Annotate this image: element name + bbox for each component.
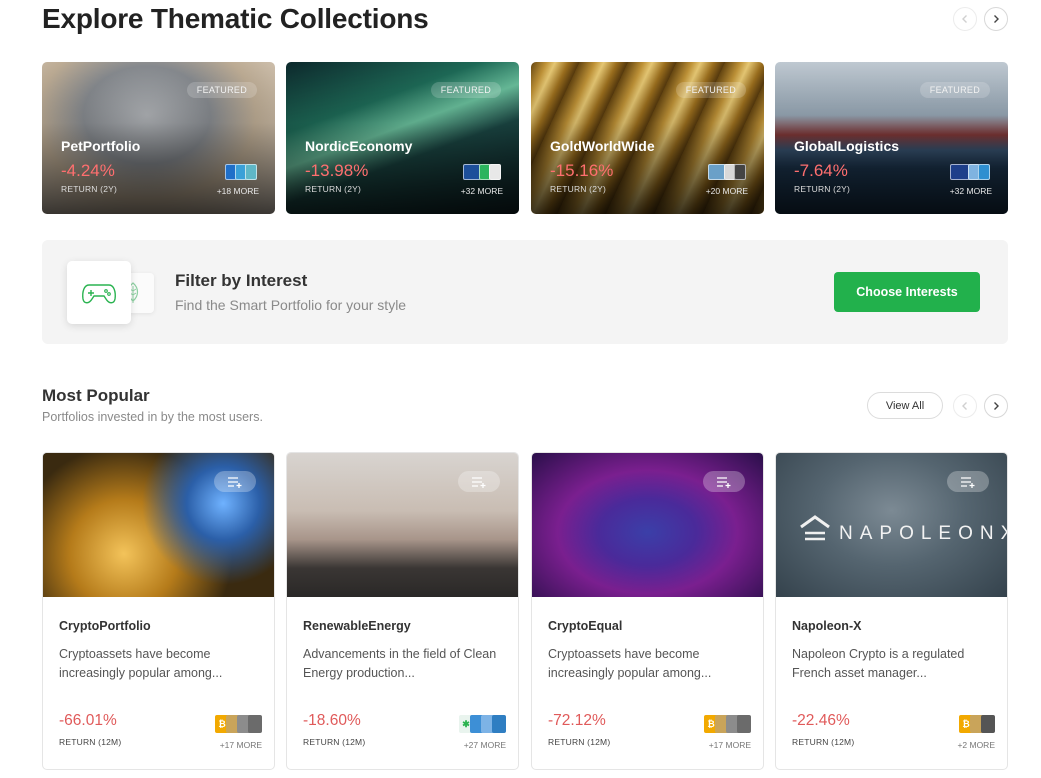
featured-card-return-label: RETURN (2Y) bbox=[794, 184, 851, 194]
popular-card-description: Cryptoassets have become increasingly po… bbox=[548, 647, 712, 680]
playlist-add-icon bbox=[961, 476, 975, 488]
featured-card-return: -4.24% bbox=[61, 161, 115, 180]
filter-by-interest-banner: Filter by Interest Find the Smart Portfo… bbox=[42, 240, 1008, 344]
explore-title: Explore Thematic Collections bbox=[42, 3, 429, 34]
add-to-watchlist-button[interactable] bbox=[458, 471, 500, 492]
featured-card-return: -15.16% bbox=[550, 161, 614, 180]
featured-badge: FEATURED bbox=[919, 82, 990, 98]
featured-badge: FEATURED bbox=[430, 82, 501, 98]
popular-card-return: -18.60% bbox=[303, 712, 361, 729]
most-popular-subtitle: Portfolios invested in by the most users… bbox=[42, 410, 263, 424]
featured-card-name: PetPortfolio bbox=[61, 138, 141, 154]
featured-card-more: +20 MORE bbox=[705, 186, 748, 196]
popular-card-name: RenewableEnergy bbox=[303, 619, 411, 633]
choose-interests-button[interactable]: Choose Interests bbox=[834, 272, 980, 312]
gamepad-icon bbox=[82, 283, 116, 303]
chevron-left-icon bbox=[962, 15, 967, 23]
featured-card-name: GlobalLogistics bbox=[794, 138, 900, 154]
popular-card-name: CryptoEqual bbox=[548, 619, 623, 633]
napoleonx-logo-text: NAPOLEONX bbox=[839, 523, 1007, 544]
popular-card-return: -72.12% bbox=[548, 712, 606, 729]
featured-badge: FEATURED bbox=[186, 82, 257, 98]
featured-card-petportfolio[interactable]: FEATURED PetPortfolio -4.24% RETURN (2Y)… bbox=[42, 62, 275, 214]
popular-card-more: +17 MORE bbox=[219, 740, 262, 750]
holding-logos: ₿ bbox=[704, 715, 751, 733]
popular-card-return: -22.46% bbox=[792, 712, 850, 729]
popular-card-napoleon-x[interactable]: NAPOLEONX Napoleon-X Napoleon Crypto is … bbox=[775, 452, 1008, 770]
featured-card-return: -13.98% bbox=[305, 161, 369, 180]
popular-card-more: +2 MORE bbox=[957, 740, 995, 750]
popular-card-return-label: RETURN (12M) bbox=[792, 737, 855, 747]
featured-card-return: -7.64% bbox=[794, 161, 848, 180]
featured-card-goldworldwide[interactable]: FEATURED GoldWorldWide -15.16% RETURN (2… bbox=[531, 62, 764, 214]
popular-card-name: CryptoPortfolio bbox=[59, 619, 151, 633]
playlist-add-icon bbox=[717, 476, 731, 488]
holding-logos: ✱ bbox=[459, 715, 506, 733]
featured-card-return-label: RETURN (2Y) bbox=[550, 184, 607, 194]
popular-card-return: -66.01% bbox=[59, 712, 117, 729]
popular-card-cryptoequal[interactable]: CryptoEqual Cryptoassets have become inc… bbox=[531, 452, 764, 770]
playlist-add-icon bbox=[228, 476, 242, 488]
explore-next-button[interactable] bbox=[984, 7, 1008, 31]
chevron-left-icon bbox=[962, 402, 967, 410]
most-popular-title: Most Popular bbox=[42, 386, 150, 405]
popular-card-name: Napoleon-X bbox=[792, 619, 862, 633]
popular-card-more: +17 MORE bbox=[708, 740, 751, 750]
chevron-right-icon bbox=[994, 402, 999, 410]
holding-logos: ₿ bbox=[215, 715, 262, 733]
chevron-right-icon bbox=[994, 15, 999, 23]
holding-logos bbox=[463, 164, 501, 180]
featured-card-more: +32 MORE bbox=[460, 186, 503, 196]
explore-prev-button[interactable] bbox=[953, 7, 977, 31]
featured-card-globallogistics[interactable]: FEATURED GlobalLogistics -7.64% RETURN (… bbox=[775, 62, 1008, 214]
filter-title: Filter by Interest bbox=[175, 271, 308, 290]
add-to-watchlist-button[interactable] bbox=[703, 471, 745, 492]
popular-card-description: Advancements in the field of Clean Energ… bbox=[303, 647, 497, 680]
featured-card-return-label: RETURN (2Y) bbox=[61, 184, 118, 194]
add-to-watchlist-button[interactable] bbox=[947, 471, 989, 492]
featured-card-nordiceconomy[interactable]: FEATURED NordicEconomy -13.98% RETURN (2… bbox=[286, 62, 519, 214]
featured-card-more: +18 MORE bbox=[216, 186, 259, 196]
popular-card-return-label: RETURN (12M) bbox=[59, 737, 122, 747]
filter-subtitle: Find the Smart Portfolio for your style bbox=[175, 297, 407, 313]
holding-logos bbox=[950, 164, 990, 180]
popular-next-button[interactable] bbox=[984, 394, 1008, 418]
popular-card-return-label: RETURN (12M) bbox=[548, 737, 611, 747]
featured-card-name: NordicEconomy bbox=[305, 138, 413, 154]
popular-card-description: Cryptoassets have become increasingly po… bbox=[59, 647, 223, 680]
popular-card-cryptoportfolio[interactable]: CryptoPortfolio Cryptoassets have become… bbox=[42, 452, 275, 770]
popular-card-renewableenergy[interactable]: RenewableEnergy Advancements in the fiel… bbox=[286, 452, 519, 770]
playlist-add-icon bbox=[472, 476, 486, 488]
featured-badge: FEATURED bbox=[675, 82, 746, 98]
gamepad-icon-card bbox=[67, 261, 131, 324]
popular-card-more: +27 MORE bbox=[463, 740, 506, 750]
popular-prev-button[interactable] bbox=[953, 394, 977, 418]
add-to-watchlist-button[interactable] bbox=[214, 471, 256, 492]
holding-logos bbox=[225, 164, 257, 180]
holding-logos bbox=[708, 164, 746, 180]
popular-card-description: Napoleon Crypto is a regulated French as… bbox=[792, 647, 965, 680]
featured-card-name: GoldWorldWide bbox=[550, 138, 655, 154]
popular-card-return-label: RETURN (12M) bbox=[303, 737, 366, 747]
featured-card-more: +32 MORE bbox=[949, 186, 992, 196]
holding-logos: ₿ bbox=[959, 715, 995, 733]
featured-card-return-label: RETURN (2Y) bbox=[305, 184, 362, 194]
view-all-button[interactable]: View All bbox=[867, 392, 943, 419]
